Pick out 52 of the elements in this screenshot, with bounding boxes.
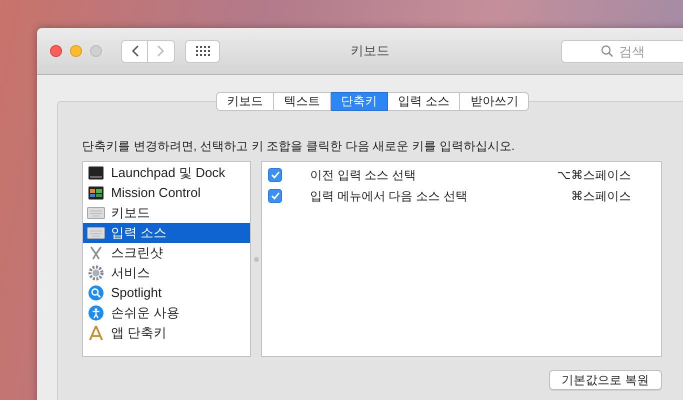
category-label: 손쉬운 사용 (111, 304, 180, 322)
category-item[interactable]: Mission Control (83, 183, 250, 203)
checkbox[interactable] (268, 168, 282, 182)
category-item[interactable]: 손쉬운 사용 (83, 303, 250, 323)
category-item[interactable]: Spotlight (83, 283, 250, 303)
window-title: 키보드 (350, 42, 390, 60)
category-label: 입력 소스 (111, 224, 167, 242)
category-label: 키보드 (111, 204, 150, 222)
tab[interactable]: 받아쓰기 (460, 92, 530, 111)
app-store-icon (88, 325, 104, 341)
scissors-icon (88, 245, 104, 261)
checkmark-icon (270, 170, 280, 178)
grid-icon (196, 46, 210, 56)
search-icon (88, 285, 104, 301)
checkbox[interactable] (268, 188, 282, 202)
keyboard-icon (87, 227, 105, 239)
category-item[interactable]: Launchpad 및 Dock (83, 163, 250, 183)
shortcut-label: 입력 메뉴에서 다음 소스 선택 (310, 188, 468, 204)
show-all-button[interactable] (185, 40, 220, 62)
tab[interactable]: 입력 소스 (388, 92, 460, 111)
accessibility-icon (88, 305, 104, 321)
instruction-text: 단축키를 변경하려면, 선택하고 키 조합을 클릭한 다음 새로운 키를 입력하십시오. (82, 138, 516, 154)
tab[interactable]: 단축키 (331, 92, 388, 111)
chevron-left-icon (130, 45, 138, 57)
shortcut-keys[interactable]: ⌘스페이스 (571, 186, 631, 204)
gear-icon (88, 265, 104, 281)
splitter-handle[interactable] (254, 256, 258, 262)
shortcut-keys[interactable]: ⌥⌘스페이스 (557, 166, 631, 184)
checkmark-icon (270, 192, 280, 200)
shortcut-label: 이전 입력 소스 선택 (310, 166, 416, 184)
category-label: 서비스 (111, 264, 150, 282)
category-item[interactable]: 스크린샷 (83, 243, 250, 263)
close-button[interactable] (50, 45, 62, 57)
search-field[interactable]: 검색 (561, 40, 683, 62)
category-label: Mission Control (111, 184, 201, 202)
keyboard-icon (87, 207, 105, 219)
category-item[interactable]: 입력 소스 (83, 223, 250, 243)
category-item[interactable]: 키보드 (83, 203, 250, 223)
category-label: 앱 단축키 (111, 324, 167, 342)
category-label: Launchpad 및 Dock (111, 164, 226, 182)
category-label: Spotlight (111, 284, 162, 302)
restore-defaults-button[interactable]: 기본값으로 복원 (548, 370, 662, 390)
category-item[interactable]: 앱 단축키 (83, 323, 250, 343)
tab[interactable]: 텍스트 (274, 92, 331, 111)
dock-icon (88, 166, 104, 180)
windows-icon (88, 186, 104, 200)
back-button[interactable] (121, 40, 148, 62)
category-label: 스크린샷 (111, 244, 163, 262)
search-icon (601, 44, 613, 56)
category-item[interactable]: 서비스 (83, 263, 250, 283)
tab[interactable]: 키보드 (216, 92, 274, 111)
chevron-right-icon (157, 45, 165, 57)
